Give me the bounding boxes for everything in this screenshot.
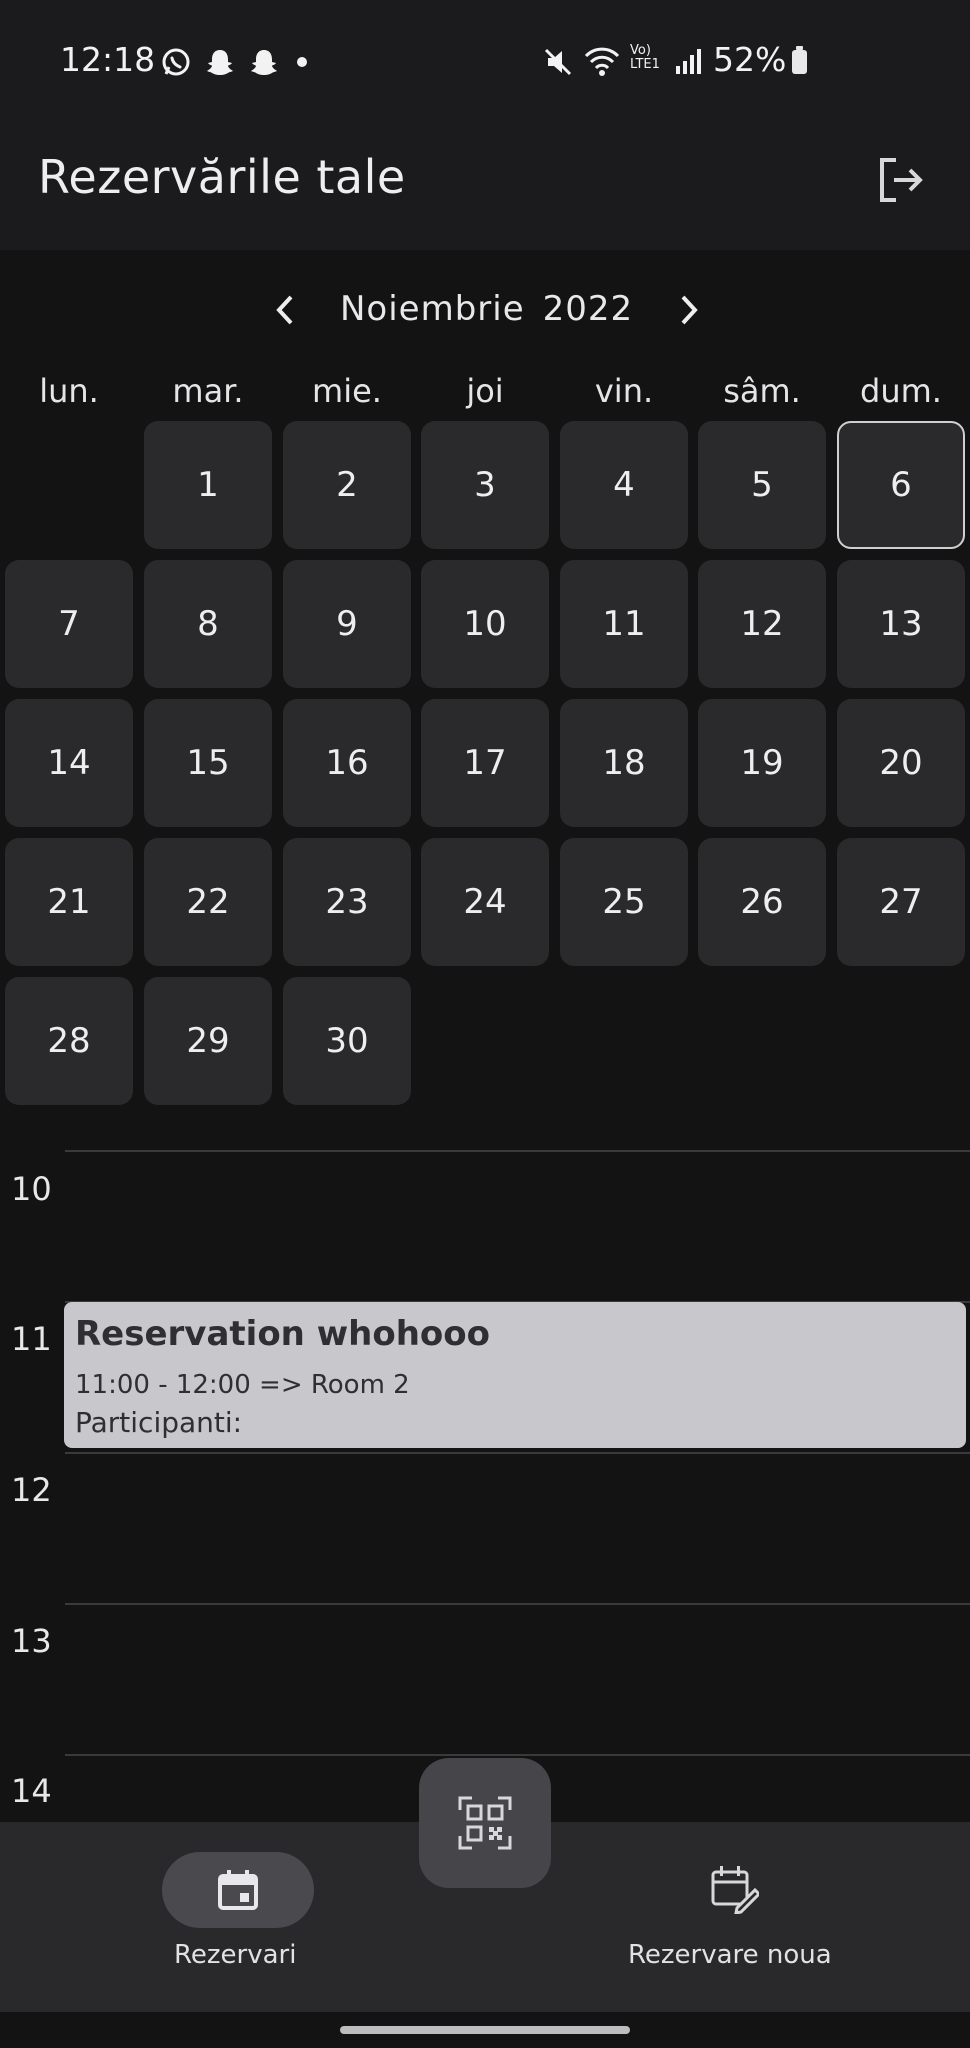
day-cell[interactable]: 12	[698, 560, 826, 688]
page-title: Rezervările tale	[38, 150, 406, 204]
qr-code-icon	[458, 1796, 512, 1850]
qr-scan-button[interactable]	[419, 1758, 551, 1888]
hour-label: 11	[11, 1320, 52, 1358]
wifi-icon	[584, 47, 620, 76]
day-cell[interactable]: 22	[144, 838, 272, 966]
day-cell[interactable]: 26	[698, 838, 826, 966]
nav-item-rezervare-noua[interactable]: Rezervare noua	[495, 1822, 970, 2012]
weekday-label: dum.	[860, 372, 942, 410]
dot-icon	[297, 57, 307, 67]
next-month-button[interactable]	[668, 285, 708, 335]
hour-divider	[65, 1452, 970, 1454]
year: 2022	[542, 289, 634, 329]
nav-label: Rezervari	[174, 1940, 297, 1970]
weekday-label: mar.	[172, 372, 244, 410]
day-cell[interactable]: 4	[560, 421, 688, 549]
day-cell[interactable]: 9	[283, 560, 411, 688]
day-cell[interactable]: 30	[283, 977, 411, 1105]
snapchat-icon	[251, 50, 277, 75]
day-cell-selected[interactable]: 6	[837, 421, 965, 549]
battery-icon	[792, 46, 807, 74]
logout-icon	[880, 158, 923, 202]
day-cell[interactable]: 15	[144, 699, 272, 827]
status-time: 12:18	[60, 40, 156, 79]
weekday-label: sâm.	[723, 372, 801, 410]
day-cell[interactable]: 3	[421, 421, 549, 549]
calendar-edit-icon	[711, 1866, 759, 1914]
status-bar: 12:18 Vo) LTE1 52%	[0, 0, 970, 120]
hour-label: 10	[11, 1170, 52, 1208]
hour-label: 12	[11, 1471, 52, 1509]
hour-divider	[65, 1603, 970, 1605]
day-cell[interactable]: 7	[5, 560, 133, 688]
day-cell[interactable]: 20	[837, 699, 965, 827]
event-title: Reservation whohooo	[75, 1314, 490, 1354]
day-cell[interactable]: 17	[421, 699, 549, 827]
chevron-left-icon	[276, 295, 293, 325]
battery-percentage: 52%	[713, 40, 787, 79]
weekday-label: lun.	[39, 372, 99, 410]
event-time-room: 11:00 - 12:00 => Room 2	[75, 1370, 410, 1400]
nav-item-rezervari[interactable]: Rezervari	[0, 1822, 475, 2012]
weekday-header: lun. mar. mie. joi vin. sâm. dum.	[0, 372, 970, 412]
day-cell[interactable]: 5	[698, 421, 826, 549]
day-cell[interactable]: 28	[5, 977, 133, 1105]
whatsapp-icon	[162, 48, 190, 76]
reservation-event-card[interactable]: Reservation whohooo 11:00 - 12:00 => Roo…	[64, 1302, 966, 1448]
day-cell[interactable]: 16	[283, 699, 411, 827]
calendar-icon	[218, 1870, 258, 1910]
previous-month-button[interactable]	[266, 285, 306, 335]
mute-icon	[544, 48, 572, 76]
day-cell[interactable]: 10	[421, 560, 549, 688]
day-cell[interactable]: 8	[144, 560, 272, 688]
signal-icon	[676, 49, 701, 74]
month-navigation: Noiembrie 2022	[0, 285, 970, 335]
day-cell[interactable]: 11	[560, 560, 688, 688]
logout-button[interactable]	[870, 150, 930, 210]
day-cell[interactable]: 29	[144, 977, 272, 1105]
weekday-label: mie.	[312, 372, 382, 410]
day-cell[interactable]: 1	[144, 421, 272, 549]
weekday-label: vin.	[594, 372, 654, 410]
hour-label: 14	[11, 1772, 52, 1810]
day-cell[interactable]: 14	[5, 699, 133, 827]
snapchat-icon	[207, 50, 233, 75]
month-name: Noiembrie	[340, 289, 525, 329]
day-cell[interactable]: 2	[283, 421, 411, 549]
day-cell[interactable]: 24	[421, 838, 549, 966]
status-app-icons	[160, 46, 312, 78]
day-cell[interactable]: 18	[560, 699, 688, 827]
day-cell[interactable]: 13	[837, 560, 965, 688]
active-indicator	[162, 1852, 314, 1928]
weekday-label: joi	[466, 372, 504, 410]
day-cell[interactable]: 27	[837, 838, 965, 966]
month-label: Noiembrie 2022	[340, 289, 651, 329]
day-cell[interactable]: 23	[283, 838, 411, 966]
app-header: Rezervările tale	[0, 120, 970, 250]
volte-icon: Vo) LTE1	[630, 43, 660, 72]
hour-divider	[65, 1754, 970, 1756]
day-cell[interactable]: 21	[5, 838, 133, 966]
chevron-right-icon	[681, 295, 698, 325]
home-indicator[interactable]	[340, 2026, 630, 2034]
day-cell[interactable]: 19	[698, 699, 826, 827]
hour-label: 13	[11, 1622, 52, 1660]
event-participants: Participanti:	[75, 1406, 243, 1439]
nav-label: Rezervare noua	[628, 1940, 832, 1970]
hour-divider	[65, 1150, 970, 1152]
day-cell[interactable]: 25	[560, 838, 688, 966]
